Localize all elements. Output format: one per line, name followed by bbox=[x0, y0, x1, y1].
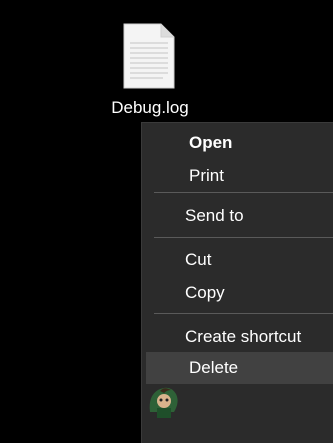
menu-item-open[interactable]: Open bbox=[146, 127, 333, 159]
menu-item-print[interactable]: Print bbox=[146, 160, 333, 192]
menu-item-copy[interactable]: Copy bbox=[146, 277, 333, 309]
file-name-label[interactable]: Debug.log bbox=[100, 97, 200, 119]
menu-item-delete[interactable]: Delete bbox=[146, 352, 333, 384]
text-file-icon[interactable] bbox=[123, 23, 175, 89]
menu-separator bbox=[154, 313, 333, 314]
menu-item-create-shortcut[interactable]: Create shortcut bbox=[146, 321, 333, 353]
appuals-mascot-logo bbox=[144, 382, 184, 418]
menu-separator bbox=[154, 237, 333, 238]
menu-separator bbox=[154, 192, 333, 193]
menu-item-send-to[interactable]: Send to bbox=[146, 200, 333, 232]
menu-item-cut[interactable]: Cut bbox=[146, 244, 333, 276]
